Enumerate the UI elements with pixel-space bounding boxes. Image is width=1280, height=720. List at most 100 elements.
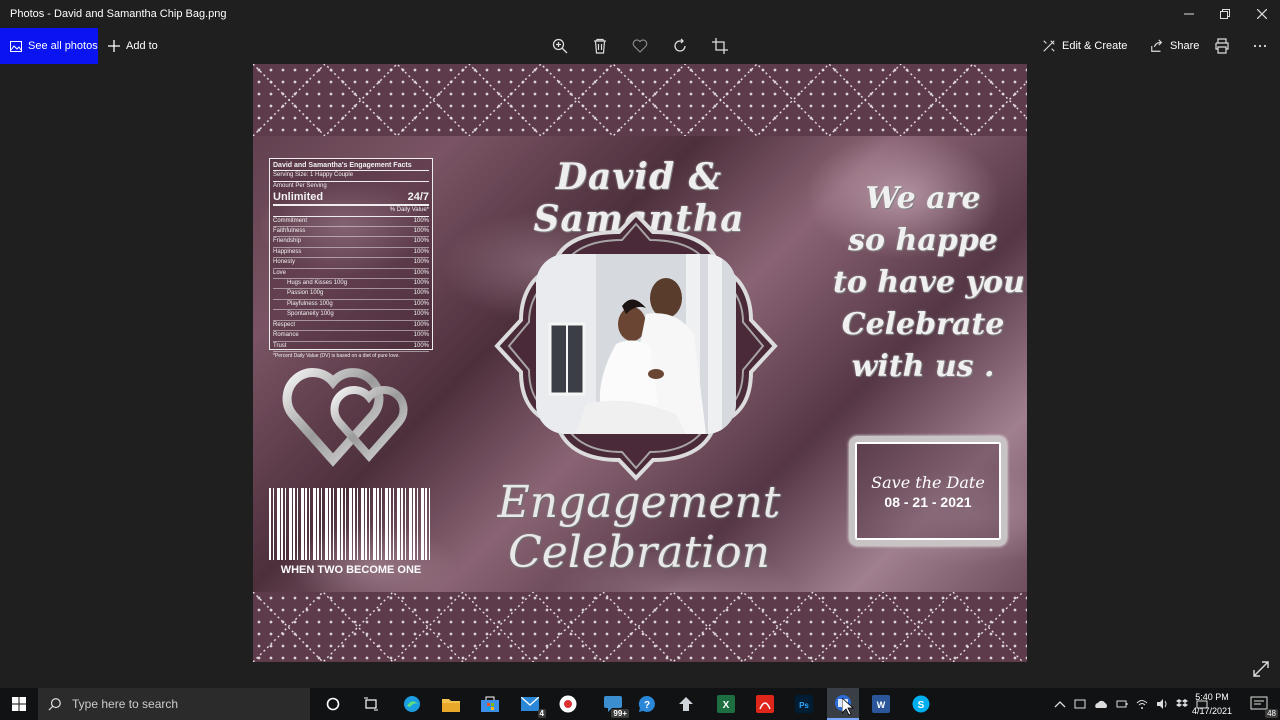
silver-hearts-graphic (282, 368, 408, 467)
see-all-photos-button[interactable]: See all photos (0, 28, 98, 64)
facts-row-value: 100% (413, 217, 429, 224)
cortana-icon (326, 697, 340, 711)
taskbar-app-arrow[interactable] (674, 692, 698, 716)
facts-row: Hugs and Kisses 100g 100% (273, 279, 429, 290)
share-icon (1151, 39, 1163, 52)
task-view-button[interactable] (359, 692, 383, 716)
facts-row: Romance 100% (273, 331, 429, 342)
message-line-3: to have you (833, 265, 1025, 300)
taskbar-acrobat[interactable] (753, 692, 777, 716)
heart-icon (632, 39, 648, 53)
excel-icon: X (717, 695, 735, 713)
taskbar-file-explorer[interactable] (439, 692, 463, 716)
minimize-icon (1183, 13, 1194, 15)
upload-icon (679, 697, 693, 711)
facts-row: Passion 100g 100% (273, 289, 429, 300)
facts-row-value: 100% (413, 332, 429, 339)
facts-row: Love 100% (273, 269, 429, 280)
facts-title: David and Samantha's Engagement Facts (273, 161, 429, 172)
skype-icon: S (912, 695, 930, 713)
store-icon (481, 696, 499, 712)
taskbar-chrome[interactable] (556, 692, 580, 716)
facts-rows: Commitment 100% Faithfulness 100% Friendship… (273, 217, 429, 352)
zoom-button[interactable] (550, 36, 570, 56)
add-to-button[interactable]: Add to (108, 28, 158, 64)
facts-row-label: Commitment (273, 217, 308, 224)
crop-icon (712, 38, 728, 54)
facts-row-label: Faithfulness (273, 228, 306, 235)
more-options-button[interactable] (1250, 36, 1270, 56)
delete-button[interactable] (590, 36, 610, 56)
svg-text:X: X (723, 700, 730, 711)
toolbar: See all photos Add to Edit & Create Shar… (0, 28, 1280, 64)
photoshop-icon: Ps (795, 695, 813, 713)
save-the-date-value: 08 - 21 - 2021 (884, 493, 972, 510)
edit-create-label: Edit & Create (1062, 40, 1128, 52)
edit-icon (1043, 40, 1055, 52)
facts-big-row: Unlimited 24/7 (273, 191, 429, 207)
windows-icon (12, 697, 26, 711)
photos-icon (10, 40, 22, 52)
rotate-button[interactable] (670, 36, 690, 56)
facts-row-label: Trust (273, 342, 287, 349)
add-to-label: Add to (126, 40, 158, 52)
taskbar-excel[interactable]: X (714, 692, 738, 716)
taskbar-store[interactable] (478, 692, 502, 716)
clock-time: 5:40 PM (1195, 692, 1229, 702)
photos-app: Photos - David and Samantha Chip Bag.png… (0, 0, 1280, 720)
facts-row-label: Spontaneity 100g (287, 311, 334, 318)
restore-button[interactable] (1206, 0, 1243, 28)
facts-row-label: Honesty (273, 259, 296, 266)
mail-icon (521, 697, 539, 711)
fullscreen-button[interactable] (1252, 660, 1270, 678)
facts-row: Happiness 100% (273, 248, 429, 259)
taskbar-help[interactable]: ? (635, 692, 659, 716)
facts-row-value: 100% (413, 300, 429, 307)
print-button[interactable] (1212, 36, 1232, 56)
facts-row: Spontaneity 100g 100% (273, 310, 429, 321)
chevron-up-icon[interactable] (1054, 699, 1066, 709)
facts-row-value: 100% (413, 269, 429, 276)
taskbar-search[interactable]: Type here to search (38, 688, 310, 720)
action-center-button[interactable]: 48 (1244, 692, 1278, 718)
volume-icon[interactable] (1156, 698, 1168, 710)
minimize-button[interactable] (1170, 0, 1207, 28)
app-badge-99: 99+ (611, 709, 629, 718)
crop-button[interactable] (710, 36, 730, 56)
couple-photo-image (536, 254, 736, 434)
taskbar-app-99[interactable]: 99+ (601, 692, 629, 718)
close-button[interactable] (1243, 0, 1280, 28)
photo-canvas[interactable]: David and Samantha's Engagement Facts Se… (253, 64, 1027, 662)
wifi-icon[interactable] (1136, 698, 1148, 710)
start-button[interactable] (0, 688, 38, 720)
engagement-facts-label: David and Samantha's Engagement Facts Se… (269, 158, 433, 359)
svg-text:?: ? (644, 700, 650, 711)
see-all-photos-label: See all photos (28, 40, 98, 52)
search-placeholder: Type here to search (72, 697, 179, 711)
meet-now-icon[interactable] (1074, 698, 1086, 710)
facts-big-label: Unlimited (273, 191, 324, 204)
facts-row-value: 100% (413, 321, 429, 328)
taskbar-mail[interactable]: 4 (518, 692, 546, 718)
edge-icon (404, 696, 420, 712)
taskbar: Type here to search 4 99+ ? X Ps W S 5:4… (0, 688, 1280, 720)
taskbar-edge[interactable] (400, 692, 424, 716)
taskbar-clock[interactable]: 5:40 PM 4/17/2021 (1186, 690, 1238, 718)
battery-icon[interactable] (1116, 698, 1128, 710)
taskbar-word[interactable]: W (869, 692, 893, 716)
favorite-button[interactable] (630, 36, 650, 56)
save-the-date-label: Save the Date (871, 472, 985, 492)
notification-count: 48 (1265, 709, 1278, 718)
onedrive-icon[interactable] (1094, 698, 1108, 710)
cortana-button[interactable] (321, 692, 345, 716)
share-button[interactable]: Share (1150, 28, 1199, 64)
facts-row-label: Respect (273, 321, 296, 328)
edit-create-button[interactable]: Edit & Create (1042, 28, 1127, 64)
mail-badge: 4 (537, 709, 546, 718)
facts-row: Faithfulness 100% (273, 227, 429, 238)
facts-row-label: Passion 100g (287, 290, 324, 297)
folder-icon (442, 698, 460, 712)
taskbar-skype[interactable]: S (909, 692, 933, 716)
facts-row-value: 100% (413, 228, 429, 235)
taskbar-photoshop[interactable]: Ps (792, 692, 816, 716)
